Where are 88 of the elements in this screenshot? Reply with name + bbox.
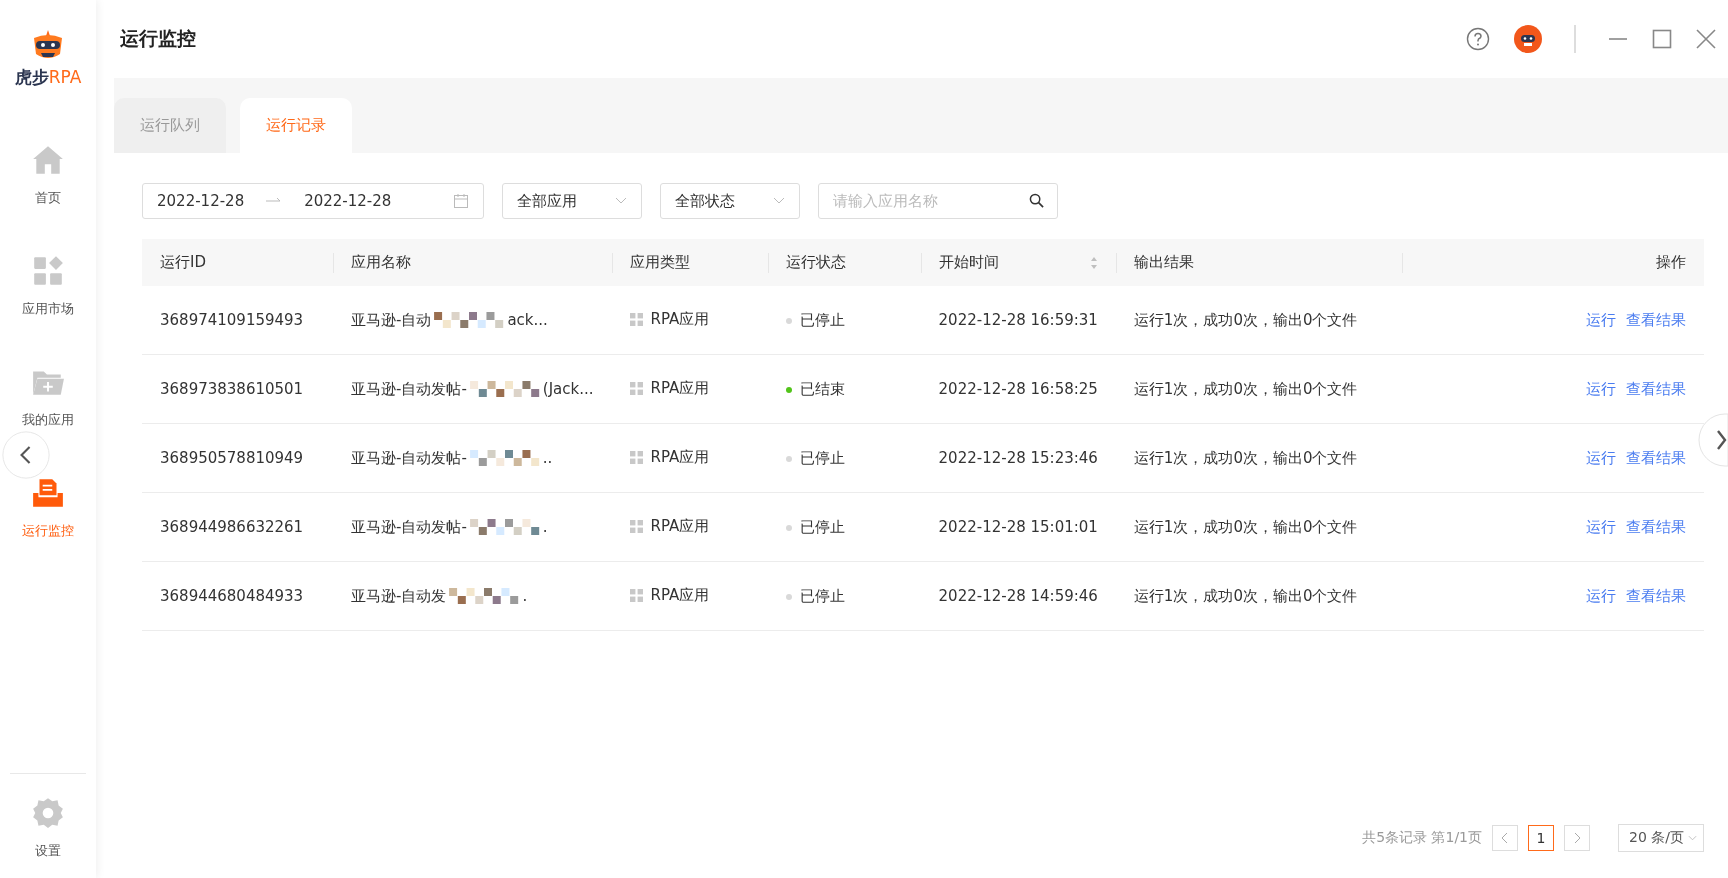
chevron-down-icon — [615, 197, 627, 205]
monitor-tray-icon — [31, 476, 65, 510]
status-text: 已停止 — [799, 518, 845, 538]
calendar-icon — [453, 193, 469, 209]
status-select[interactable]: 全部状态 — [660, 183, 800, 219]
app-name: ack... — [507, 311, 548, 329]
page-size-select[interactable]: 20 条/页 — [1618, 824, 1704, 852]
status-text: 已停止 — [799, 311, 845, 331]
column-header: 运行状态 — [767, 239, 921, 286]
apps-grid-icon — [31, 254, 65, 288]
action-link[interactable]: 运行 — [1586, 448, 1616, 468]
app-name: 亚马逊-自动 — [351, 310, 432, 330]
help-icon[interactable] — [1466, 27, 1490, 51]
action-link[interactable]: 查看结果 — [1626, 586, 1686, 606]
close-icon[interactable] — [1696, 29, 1716, 49]
app-name: 亚马逊-自动发帖- — [351, 379, 467, 399]
table-cell: RPA应用 — [650, 379, 710, 398]
table-cell: 2022-12-28 16:58:25 — [938, 380, 1098, 398]
search-field[interactable]: 请输入应用名称 — [818, 183, 1058, 219]
column-header: 输出结果 — [1115, 239, 1402, 286]
app-name: 亚马逊-自动发 — [351, 586, 447, 606]
maximize-icon[interactable] — [1652, 29, 1672, 49]
action-link[interactable]: 查看结果 — [1626, 310, 1686, 330]
sidebar-item[interactable]: 首页 — [3, 143, 93, 207]
status-text: 已结束 — [799, 380, 845, 400]
app-type-icon — [629, 313, 643, 326]
table-cell: 368973838610501 — [160, 380, 304, 398]
table-cell: 运行1次，成功0次，输出0个文件 — [1133, 517, 1358, 536]
table-cell: 2022-12-28 16:59:31 — [938, 311, 1098, 329]
action-link[interactable]: 运行 — [1586, 379, 1616, 399]
table-cell: 运行1次，成功0次，输出0个文件 — [1133, 586, 1358, 605]
sidebar-item[interactable]: 运行监控 — [3, 476, 93, 540]
app-type-icon — [629, 451, 643, 464]
app-type-icon — [629, 520, 643, 533]
date-range-picker[interactable]: 2022-12-28 2022-12-28 — [142, 183, 484, 219]
table-cell: 2022-12-28 15:23:46 — [938, 449, 1098, 467]
app-type-icon — [629, 589, 643, 602]
settings-icon — [31, 796, 65, 830]
action-link[interactable]: 运行 — [1586, 310, 1616, 330]
table-cell: 运行1次，成功0次，输出0个文件 — [1133, 379, 1358, 398]
table-cell: RPA应用 — [650, 517, 710, 536]
table-cell: 2022-12-28 15:01:01 — [938, 518, 1098, 536]
chevron-down-icon — [773, 197, 785, 205]
action-link[interactable]: 运行 — [1586, 517, 1616, 537]
avatar-icon[interactable] — [1514, 25, 1542, 53]
pagination-summary: 共5条记录 第1/1页 — [1362, 829, 1482, 847]
app-name: 亚马逊-自动发帖- — [351, 517, 467, 537]
table-cell: 运行1次，成功0次，输出0个文件 — [1133, 448, 1358, 467]
app-type-icon — [629, 382, 643, 395]
status-text: 已停止 — [799, 449, 845, 469]
app-name: 亚马逊-自动发帖- — [351, 448, 467, 468]
search-icon — [1029, 193, 1044, 208]
sidebar-item[interactable]: 我的应用 — [3, 365, 93, 429]
status-text: 已停止 — [799, 587, 845, 607]
app-name: . — [542, 518, 548, 536]
action-link[interactable]: 查看结果 — [1626, 379, 1686, 399]
app-select[interactable]: 全部应用 — [502, 183, 642, 219]
table-cell: RPA应用 — [650, 310, 710, 329]
action-link[interactable]: 查看结果 — [1626, 517, 1686, 537]
range-arrow-icon — [266, 197, 283, 205]
previous-arrow-button[interactable] — [2, 431, 50, 479]
table-cell: RPA应用 — [650, 448, 710, 467]
tab[interactable]: 运行队列 — [114, 98, 226, 153]
app-logo-text: 虎步RPA — [14, 66, 82, 89]
page-title: 运行监控 — [120, 26, 196, 51]
column-header: 开始时间 — [920, 239, 1116, 286]
column-header: 操作 — [1401, 239, 1704, 286]
table-cell: 368944680484933 — [160, 587, 304, 605]
app-name: .. — [542, 449, 553, 467]
table-cell: 368944986632261 — [160, 518, 304, 536]
column-header: 应用名称 — [333, 239, 612, 286]
column-header: 应用类型 — [611, 239, 768, 286]
action-link[interactable]: 查看结果 — [1626, 448, 1686, 468]
sidebar-item[interactable]: 应用市场 — [3, 254, 93, 318]
app-name: (Jack... — [542, 380, 594, 398]
next-arrow-button[interactable] — [1698, 413, 1728, 467]
chevron-down-icon — [1688, 835, 1697, 841]
table-cell: 运行1次，成功0次，输出0个文件 — [1133, 310, 1358, 329]
table-cell: 368974109159493 — [160, 311, 304, 329]
settings-item[interactable]: 设置 — [10, 796, 86, 860]
table-cell: RPA应用 — [650, 586, 710, 605]
app-name: . — [522, 587, 528, 605]
action-link[interactable]: 运行 — [1586, 586, 1616, 606]
column-header: 运行ID — [142, 239, 333, 286]
page-button[interactable]: 1 — [1528, 825, 1554, 851]
table-cell: 368950578810949 — [160, 449, 304, 467]
table-cell: 2022-12-28 14:59:46 — [938, 587, 1098, 605]
tab[interactable]: 运行记录 — [240, 98, 352, 153]
